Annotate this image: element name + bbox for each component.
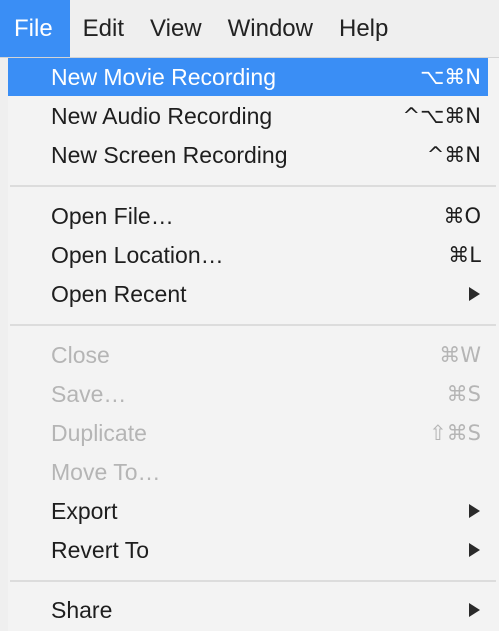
menubar-window[interactable]: Window — [215, 0, 326, 57]
menu-item-shortcut: ⌘S — [446, 382, 481, 406]
menu-item-save[interactable]: Save… ⌘S — [8, 375, 488, 413]
menu-item-revert-to[interactable]: Revert To — [8, 531, 488, 569]
menu-item-label: Move To… — [51, 458, 161, 485]
menu-item-label: Save… — [51, 380, 127, 407]
menu-separator — [10, 324, 496, 326]
menu-bar: File Edit View Window Help — [0, 0, 499, 58]
menu-separator — [10, 185, 496, 187]
menu-item-label: Open Recent — [51, 280, 187, 307]
menu-item-label: New Audio Recording — [51, 102, 273, 129]
menu-item-export[interactable]: Export — [8, 492, 488, 530]
menu-item-label: Revert To — [51, 536, 150, 563]
submenu-arrow-icon — [469, 287, 480, 301]
menu-item-new-screen-recording[interactable]: New Screen Recording ^⌘N — [8, 136, 488, 174]
menu-item-shortcut: ^⌘N — [426, 143, 481, 167]
menu-item-new-audio-recording[interactable]: New Audio Recording ^⌥⌘N — [8, 97, 488, 135]
menu-item-shortcut: ⌥⌘N — [420, 65, 481, 89]
menu-item-open-file[interactable]: Open File… ⌘O — [8, 197, 488, 235]
menu-item-label: Duplicate — [51, 419, 147, 446]
submenu-arrow-icon — [469, 543, 480, 557]
submenu-arrow-icon — [469, 504, 480, 518]
menu-item-shortcut: ⌘L — [448, 243, 481, 267]
menu-item-shortcut: ⇧⌘S — [429, 421, 481, 445]
menu-item-share[interactable]: Share — [8, 591, 488, 629]
menu-item-label: Open Location… — [51, 241, 224, 268]
menu-item-open-recent[interactable]: Open Recent — [8, 275, 488, 313]
file-menu: New Movie Recording ⌥⌘N New Audio Record… — [8, 58, 499, 631]
menubar-edit[interactable]: Edit — [70, 0, 137, 57]
menu-separator — [10, 580, 496, 582]
menu-item-move-to[interactable]: Move To… — [8, 453, 488, 491]
menu-item-new-movie-recording[interactable]: New Movie Recording ⌥⌘N — [8, 58, 488, 96]
menubar-file[interactable]: File — [0, 0, 70, 57]
menubar-view[interactable]: View — [137, 0, 215, 57]
menu-item-open-location[interactable]: Open Location… ⌘L — [8, 236, 488, 274]
menubar-help[interactable]: Help — [326, 0, 401, 57]
menu-item-shortcut: ⌘W — [439, 343, 481, 367]
menu-item-shortcut: ^⌥⌘N — [402, 104, 481, 128]
submenu-arrow-icon — [469, 603, 480, 617]
menu-item-label: Share — [51, 596, 113, 623]
menu-item-duplicate[interactable]: Duplicate ⇧⌘S — [8, 414, 488, 452]
menu-item-shortcut: ⌘O — [443, 204, 481, 228]
menu-item-close[interactable]: Close ⌘W — [8, 336, 488, 374]
menu-item-label: New Screen Recording — [51, 141, 288, 168]
menu-item-label: Export — [51, 497, 118, 524]
menu-item-label: New Movie Recording — [51, 63, 276, 90]
menu-item-label: Open File… — [51, 202, 174, 229]
menu-item-label: Close — [51, 341, 110, 368]
